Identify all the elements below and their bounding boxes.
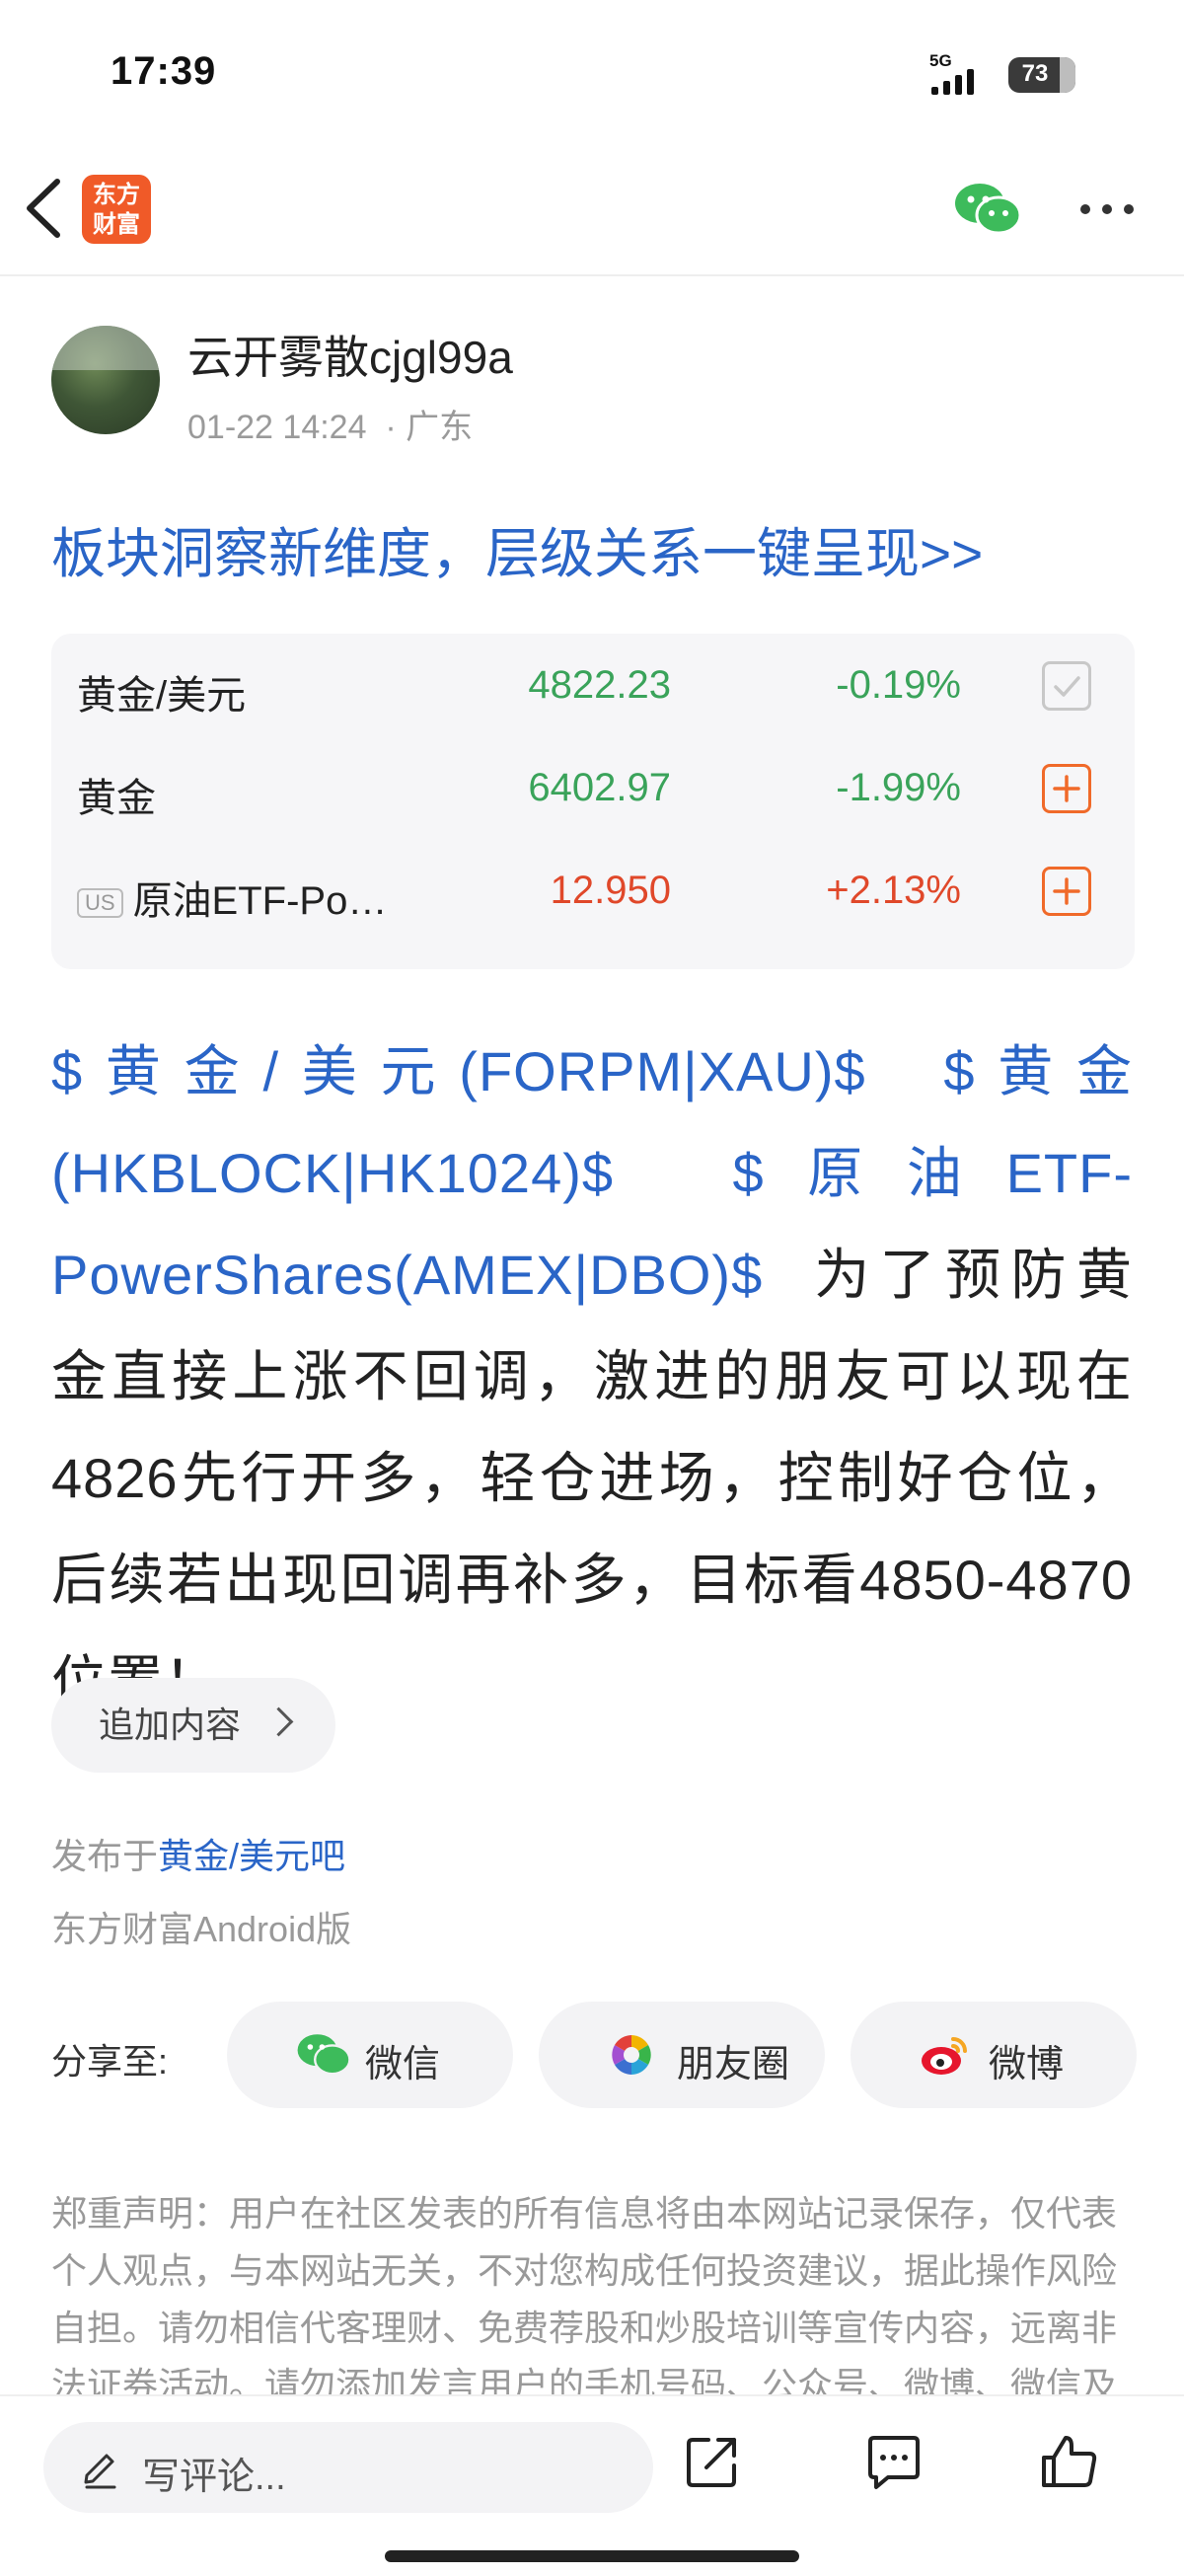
quote-change: +2.13% bbox=[826, 869, 961, 912]
network-type: 5G bbox=[929, 51, 952, 70]
append-content-label: 追加内容 bbox=[99, 1705, 242, 1745]
publish-prefix: 发布于 bbox=[51, 1836, 159, 1876]
quote-row[interactable]: 黄金/美元 4822.23 -0.19% bbox=[51, 634, 1135, 736]
comment-input[interactable]: 写评论... bbox=[43, 2422, 653, 2513]
quote-row[interactable]: 黄金 6402.97 -1.99% bbox=[51, 736, 1135, 839]
wechat-icon bbox=[297, 2034, 351, 2076]
logo-line-1: 东方 bbox=[93, 182, 140, 208]
comment-button[interactable] bbox=[864, 2432, 924, 2496]
wechat-share-button[interactable] bbox=[953, 180, 1022, 239]
added-checkbox[interactable] bbox=[1042, 661, 1091, 711]
post-timestamp: 01-22 14:24 bbox=[187, 409, 367, 446]
more-dots-icon bbox=[1080, 204, 1134, 214]
home-indicator[interactable] bbox=[385, 2550, 799, 2562]
post-meta: 01-22 14:24 · 广东 bbox=[187, 400, 473, 448]
append-content-button[interactable]: 追加内容 bbox=[51, 1678, 335, 1773]
add-to-watchlist-button[interactable] bbox=[1042, 764, 1091, 813]
check-icon bbox=[1054, 676, 1080, 697]
stock-link[interactable]: $黄金/美元(FORPM|XAU)$ bbox=[51, 1040, 866, 1102]
chevron-right-icon bbox=[263, 1706, 294, 1737]
logo-line-2: 财富 bbox=[93, 211, 140, 238]
weibo-icon bbox=[922, 2037, 967, 2075]
share-weibo-label: 微博 bbox=[989, 2044, 1065, 2085]
quote-name: 黄金/美元 bbox=[77, 674, 247, 718]
nav-divider bbox=[0, 274, 1184, 276]
quote-change: -0.19% bbox=[836, 663, 961, 707]
quote-name: US 原油ETF-Po… bbox=[77, 869, 387, 926]
author-name[interactable]: 云开雾散cjgl99a bbox=[187, 322, 513, 387]
thumbs-up-icon bbox=[1042, 2436, 1097, 2487]
status-time: 17:39 bbox=[111, 49, 217, 93]
share-wechat-button[interactable]: 微信 bbox=[227, 2002, 513, 2108]
quote-price: 12.950 bbox=[550, 869, 671, 912]
plus-icon bbox=[1053, 877, 1080, 905]
share-moments-button[interactable]: 朋友圈 bbox=[539, 2002, 825, 2108]
quote-price: 6402.97 bbox=[528, 766, 671, 809]
battery-level: 73 bbox=[1021, 60, 1049, 87]
moments-icon bbox=[612, 2035, 651, 2075]
quote-card: 黄金/美元 4822.23 -0.19% 黄金 6402.97 -1.99% U… bbox=[51, 634, 1135, 969]
post-text: 为了预防黄金直接上涨不回调，激进的朋友可以现在4826先行开多，轻仓进场，控制好… bbox=[51, 1244, 1134, 1712]
add-to-watchlist-button[interactable] bbox=[1042, 867, 1091, 916]
back-button[interactable] bbox=[22, 176, 67, 241]
market-badge: US bbox=[77, 888, 123, 918]
share-out-icon bbox=[687, 2438, 736, 2487]
pencil-icon bbox=[84, 2454, 116, 2489]
post-body: $黄金/美元(FORPM|XAU)$ $黄金(HKBLOCK|HK1024)$ … bbox=[51, 1021, 1133, 1732]
comment-icon bbox=[868, 2436, 920, 2489]
promo-link[interactable]: 板块洞察新维度，层级关系一键呈现>> bbox=[51, 509, 983, 588]
share-label: 分享至: bbox=[51, 2041, 169, 2082]
plus-icon bbox=[1053, 775, 1080, 802]
quote-row[interactable]: US 原油ETF-Po… 12.950 +2.13% bbox=[51, 839, 1135, 942]
app-logo[interactable]: 东方 财富 bbox=[82, 175, 151, 244]
forward-button[interactable] bbox=[683, 2432, 742, 2496]
quote-change: -1.99% bbox=[836, 766, 961, 809]
share-moments-label: 朋友圈 bbox=[677, 2044, 790, 2085]
publish-info: 发布于黄金/美元吧 bbox=[51, 1828, 345, 1879]
quote-price: 4822.23 bbox=[528, 663, 671, 707]
quote-name: 黄金 bbox=[77, 777, 156, 820]
like-button[interactable] bbox=[1040, 2432, 1099, 2496]
disclaimer: 郑重声明：用户在社区发表的所有信息将由本网站记录保存，仅代表个人观点，与本网站无… bbox=[51, 2193, 1118, 2402]
battery-icon: 73 bbox=[1008, 57, 1075, 93]
wechat-icon bbox=[955, 184, 1022, 235]
comment-placeholder: 写评论... bbox=[142, 2457, 286, 2498]
chevron-left-icon bbox=[27, 179, 60, 238]
post-location: · 广东 bbox=[385, 409, 474, 446]
cellular-signal-icon: 5G bbox=[929, 51, 989, 95]
share-wechat-label: 微信 bbox=[365, 2044, 441, 2085]
share-weibo-button[interactable]: 微博 bbox=[851, 2002, 1137, 2108]
bottom-bar: 写评论... bbox=[0, 2394, 1184, 2576]
avatar[interactable] bbox=[51, 326, 160, 434]
more-options-button[interactable] bbox=[1077, 189, 1137, 229]
client-info: 东方财富Android版 bbox=[51, 1909, 352, 1949]
board-link[interactable]: 黄金/美元吧 bbox=[158, 1836, 345, 1876]
